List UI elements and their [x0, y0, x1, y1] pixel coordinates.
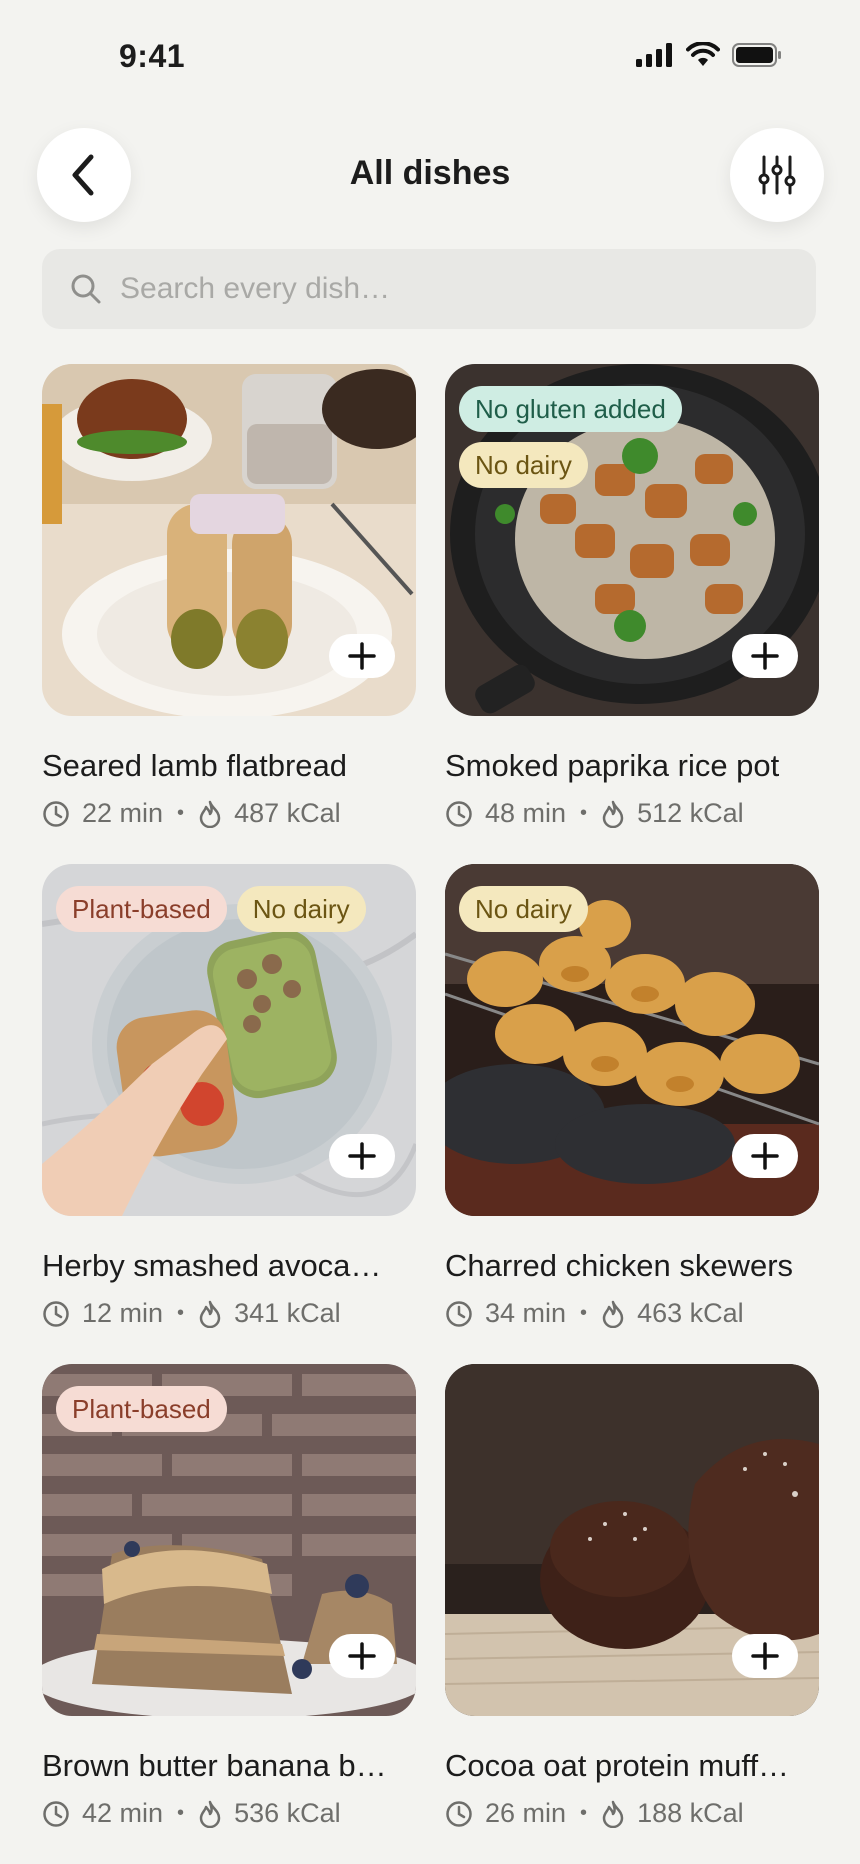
- plus-icon: [348, 1642, 376, 1670]
- separator-dot: •: [580, 1302, 588, 1324]
- clock-icon: [446, 1800, 472, 1827]
- flame-icon: [602, 1300, 624, 1328]
- dish-image[interactable]: No gluten added No dairy: [445, 364, 819, 716]
- dish-image[interactable]: [445, 1364, 819, 1716]
- tag-plant-based: Plant-based: [56, 886, 227, 932]
- tag-list: Plant-based No dairy: [56, 886, 396, 932]
- dish-title: Smoked paprika rice pot: [445, 748, 780, 783]
- dish-title: Brown butter banana b…: [42, 1748, 387, 1783]
- plus-icon: [751, 642, 779, 670]
- separator-dot: •: [177, 1802, 185, 1824]
- dish-kcal: 188 kCal: [637, 1798, 744, 1828]
- dish-image[interactable]: No dairy: [445, 864, 819, 1216]
- dish-time: 34 min: [485, 1298, 567, 1328]
- plus-icon: [348, 1142, 376, 1170]
- dish-meta: 42 min • 536 kCal: [42, 1798, 416, 1829]
- flame-icon: [199, 800, 221, 828]
- separator-dot: •: [177, 1302, 185, 1324]
- battery-icon: [732, 43, 781, 67]
- dish-kcal: 463 kCal: [637, 1298, 744, 1328]
- tag-no-dairy: No dairy: [459, 442, 588, 488]
- tag-no-gluten: No gluten added: [459, 386, 682, 432]
- plus-icon: [751, 1142, 779, 1170]
- flame-icon: [602, 1800, 624, 1828]
- tag-list: Plant-based: [56, 1386, 396, 1432]
- dish-image[interactable]: [42, 364, 416, 716]
- search-input[interactable]: [120, 272, 780, 306]
- tag-plant-based: Plant-based: [56, 1386, 227, 1432]
- dish-card[interactable]: No gluten added No dairy Smoked paprika …: [445, 364, 819, 829]
- dish-image[interactable]: Plant-based No dairy: [42, 864, 416, 1216]
- dish-card[interactable]: No dairy Charred chicken skewers 34 min …: [445, 864, 819, 1329]
- dish-meta: 22 min • 487 kCal: [42, 798, 416, 829]
- dish-time: 48 min: [485, 798, 567, 828]
- search-icon: [71, 274, 101, 304]
- dish-meta: 34 min • 463 kCal: [445, 1298, 819, 1329]
- dish-meta: 48 min • 512 kCal: [445, 798, 819, 829]
- wifi-icon: [686, 42, 720, 66]
- dish-kcal: 512 kCal: [637, 798, 744, 828]
- tag-list: No dairy: [459, 886, 799, 932]
- flame-icon: [199, 1300, 221, 1328]
- dish-card[interactable]: Plant-based Brown butter banana b… 42 mi…: [42, 1364, 416, 1829]
- status-icons: [636, 42, 782, 68]
- cellular-signal-icon: [636, 43, 672, 67]
- flame-icon: [199, 1800, 221, 1828]
- sliders-icon: [758, 155, 796, 195]
- add-button[interactable]: [329, 1134, 395, 1178]
- clock-icon: [43, 1800, 69, 1827]
- dish-card[interactable]: Seared lamb flatbread 22 min • 487 kCal: [42, 364, 416, 829]
- add-button[interactable]: [329, 634, 395, 678]
- tag-no-dairy: No dairy: [459, 886, 588, 932]
- add-button[interactable]: [732, 1634, 798, 1678]
- dish-meta: 26 min • 188 kCal: [445, 1798, 819, 1829]
- dish-title: Charred chicken skewers: [445, 1248, 794, 1283]
- add-button[interactable]: [732, 634, 798, 678]
- status-time: 9:41: [119, 38, 186, 74]
- search-bar[interactable]: [42, 249, 816, 329]
- dish-title: Herby smashed avoca…: [42, 1248, 382, 1283]
- dish-card[interactable]: Plant-based No dairy Herby smashed avoca…: [42, 864, 416, 1329]
- add-button[interactable]: [329, 1634, 395, 1678]
- dish-meta: 12 min • 341 kCal: [42, 1298, 416, 1329]
- clock-icon: [43, 1300, 69, 1327]
- dish-time: 12 min: [82, 1298, 164, 1328]
- dish-title: Seared lamb flatbread: [42, 748, 348, 783]
- dish-card[interactable]: Cocoa oat protein muff… 26 min • 188 kCa…: [445, 1364, 819, 1829]
- dish-kcal: 341 kCal: [234, 1298, 341, 1328]
- flame-icon: [602, 800, 624, 828]
- clock-icon: [446, 800, 472, 827]
- dish-time: 26 min: [485, 1798, 567, 1828]
- dish-title: Cocoa oat protein muff…: [445, 1748, 790, 1783]
- dish-kcal: 536 kCal: [234, 1798, 341, 1828]
- filter-button[interactable]: [730, 128, 824, 222]
- tag-no-dairy: No dairy: [236, 886, 366, 932]
- plus-icon: [348, 642, 376, 670]
- dish-image[interactable]: Plant-based: [42, 1364, 416, 1716]
- dish-kcal: 487 kCal: [234, 798, 341, 828]
- separator-dot: •: [177, 802, 185, 824]
- clock-icon: [43, 800, 69, 827]
- add-button[interactable]: [732, 1134, 798, 1178]
- plus-icon: [751, 1642, 779, 1670]
- tag-list: No gluten added No dairy: [459, 386, 799, 488]
- separator-dot: •: [580, 802, 588, 824]
- status-bar: 9:41: [0, 0, 860, 110]
- dish-time: 42 min: [82, 1798, 164, 1828]
- clock-icon: [446, 1300, 472, 1327]
- dish-time: 22 min: [82, 798, 164, 828]
- separator-dot: •: [580, 1802, 588, 1824]
